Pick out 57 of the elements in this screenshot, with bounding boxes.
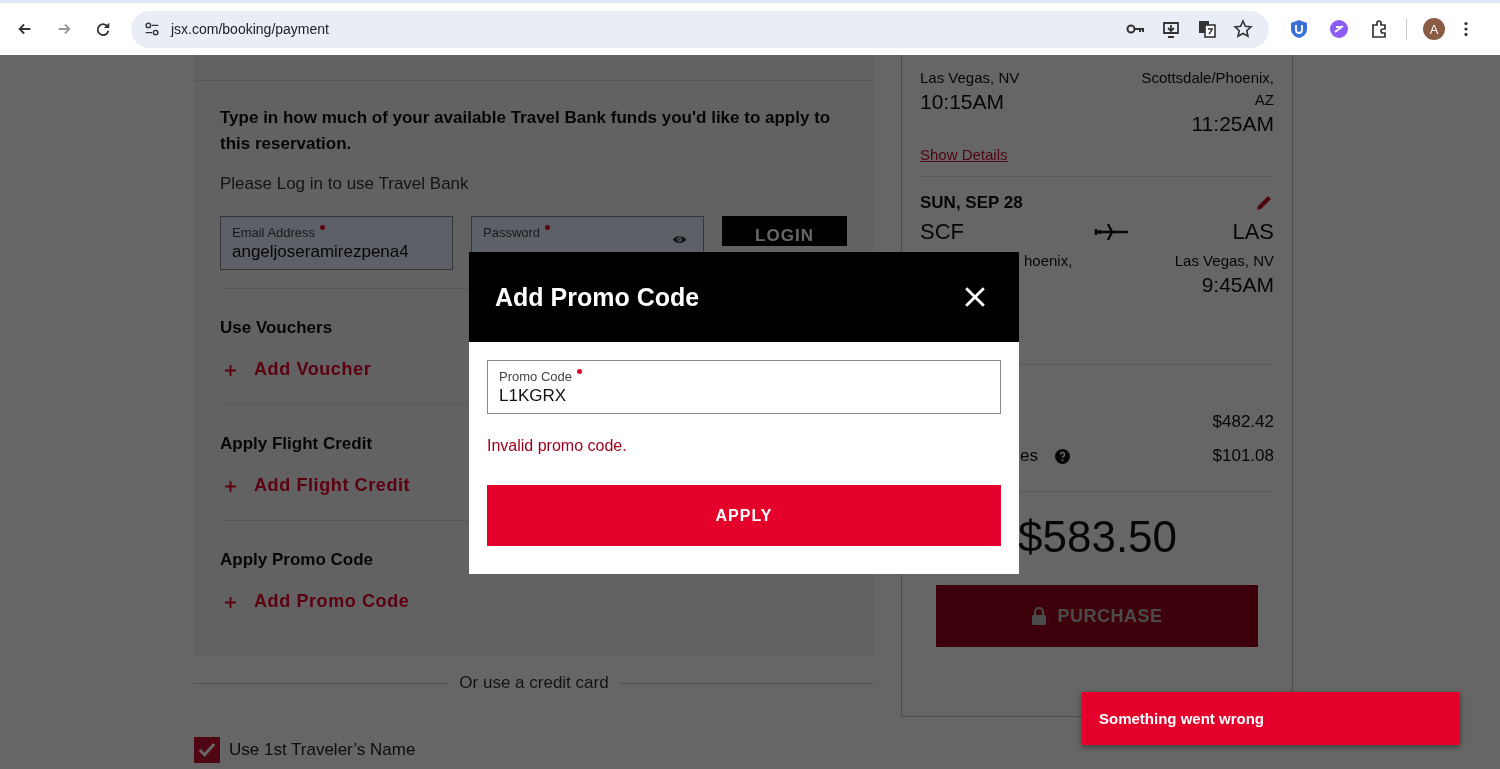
dialog-title: Add Promo Code (495, 282, 700, 312)
help-icon[interactable] (1054, 448, 1070, 464)
install-icon[interactable] (1161, 19, 1181, 39)
toast-message: Something went wrong (1099, 710, 1264, 727)
section-title: Apply Flight Credit (220, 434, 373, 454)
section-title: Use Vouchers (220, 318, 333, 338)
section-title: Apply Promo Code (220, 550, 373, 570)
flight-date: SUN, SEP 28 (920, 193, 1023, 213)
arrival-city: Scottsdale/Phoenix, AZ (1140, 68, 1274, 110)
taxes-amount: $101.08 (1212, 446, 1274, 466)
plus-icon (224, 364, 237, 377)
error-message: Invalid promo code. (487, 437, 627, 455)
add-link[interactable]: Add Flight Credit (220, 475, 411, 496)
reload-icon[interactable] (94, 20, 112, 38)
shield-icon[interactable] (1289, 19, 1309, 39)
divider-label: Or use a credit card (459, 673, 609, 693)
arrival-time: 9:45AM (1201, 272, 1274, 298)
star-icon[interactable] (1233, 19, 1253, 39)
checkbox[interactable] (194, 737, 220, 763)
url-text: jsx.com/booking/payment (171, 21, 329, 37)
site-settings-icon[interactable] (143, 20, 161, 38)
arrival-city: Las Vegas, NV (1174, 251, 1274, 271)
add-link[interactable]: Add Voucher (220, 359, 372, 380)
plane-icon (1094, 222, 1131, 242)
plus-icon (224, 596, 237, 609)
apply-button[interactable]: APPLY (487, 485, 1001, 546)
profile-avatar[interactable]: A (1423, 18, 1445, 40)
email-field[interactable]: Email Address angeljoseramirezpena4 (220, 216, 453, 270)
arrival-time: 11:25AM (1191, 111, 1274, 137)
promo-code-field[interactable]: Promo Code L1KGRX (487, 360, 1001, 414)
extension-icon[interactable] (1329, 19, 1349, 39)
departure-city: Las Vegas, NV (920, 68, 1020, 88)
total-amount: $583.50 (1018, 512, 1179, 562)
travel-bank-instructions: Type in how much of your available Travel Bank funds you'd like to apply to this reservation. (220, 107, 832, 155)
required-dot (545, 225, 551, 230)
lock-icon (1031, 606, 1048, 626)
airport-code: LAS (1232, 219, 1274, 245)
add-link[interactable]: Add Promo Code (220, 591, 410, 612)
airport-code: SCF (920, 219, 964, 245)
departure-time: 10:15AM (920, 89, 1006, 115)
plus-icon (224, 480, 237, 493)
login-button[interactable]: LOGIN (722, 216, 847, 246)
translate-icon[interactable] (1197, 19, 1217, 39)
taxes-label: es (1020, 446, 1038, 466)
puzzle-icon[interactable] (1369, 19, 1389, 39)
required-dot (577, 369, 582, 374)
login-prompt: Please Log in to use Travel Bank (220, 174, 470, 194)
fare-amount: $482.42 (1212, 412, 1274, 432)
close-icon[interactable] (964, 286, 986, 308)
required-dot (320, 225, 326, 230)
menu-icon[interactable] (1463, 20, 1469, 38)
checkbox-label[interactable]: Use 1st Traveler’s Name (229, 740, 416, 760)
address-bar[interactable]: jsx.com/booking/payment (131, 10, 1269, 48)
eye-icon[interactable] (672, 234, 687, 245)
pencil-icon[interactable] (1254, 193, 1274, 213)
show-details-link[interactable]: Show Details (920, 146, 1008, 163)
departure-city: hoenix, (1024, 251, 1073, 271)
